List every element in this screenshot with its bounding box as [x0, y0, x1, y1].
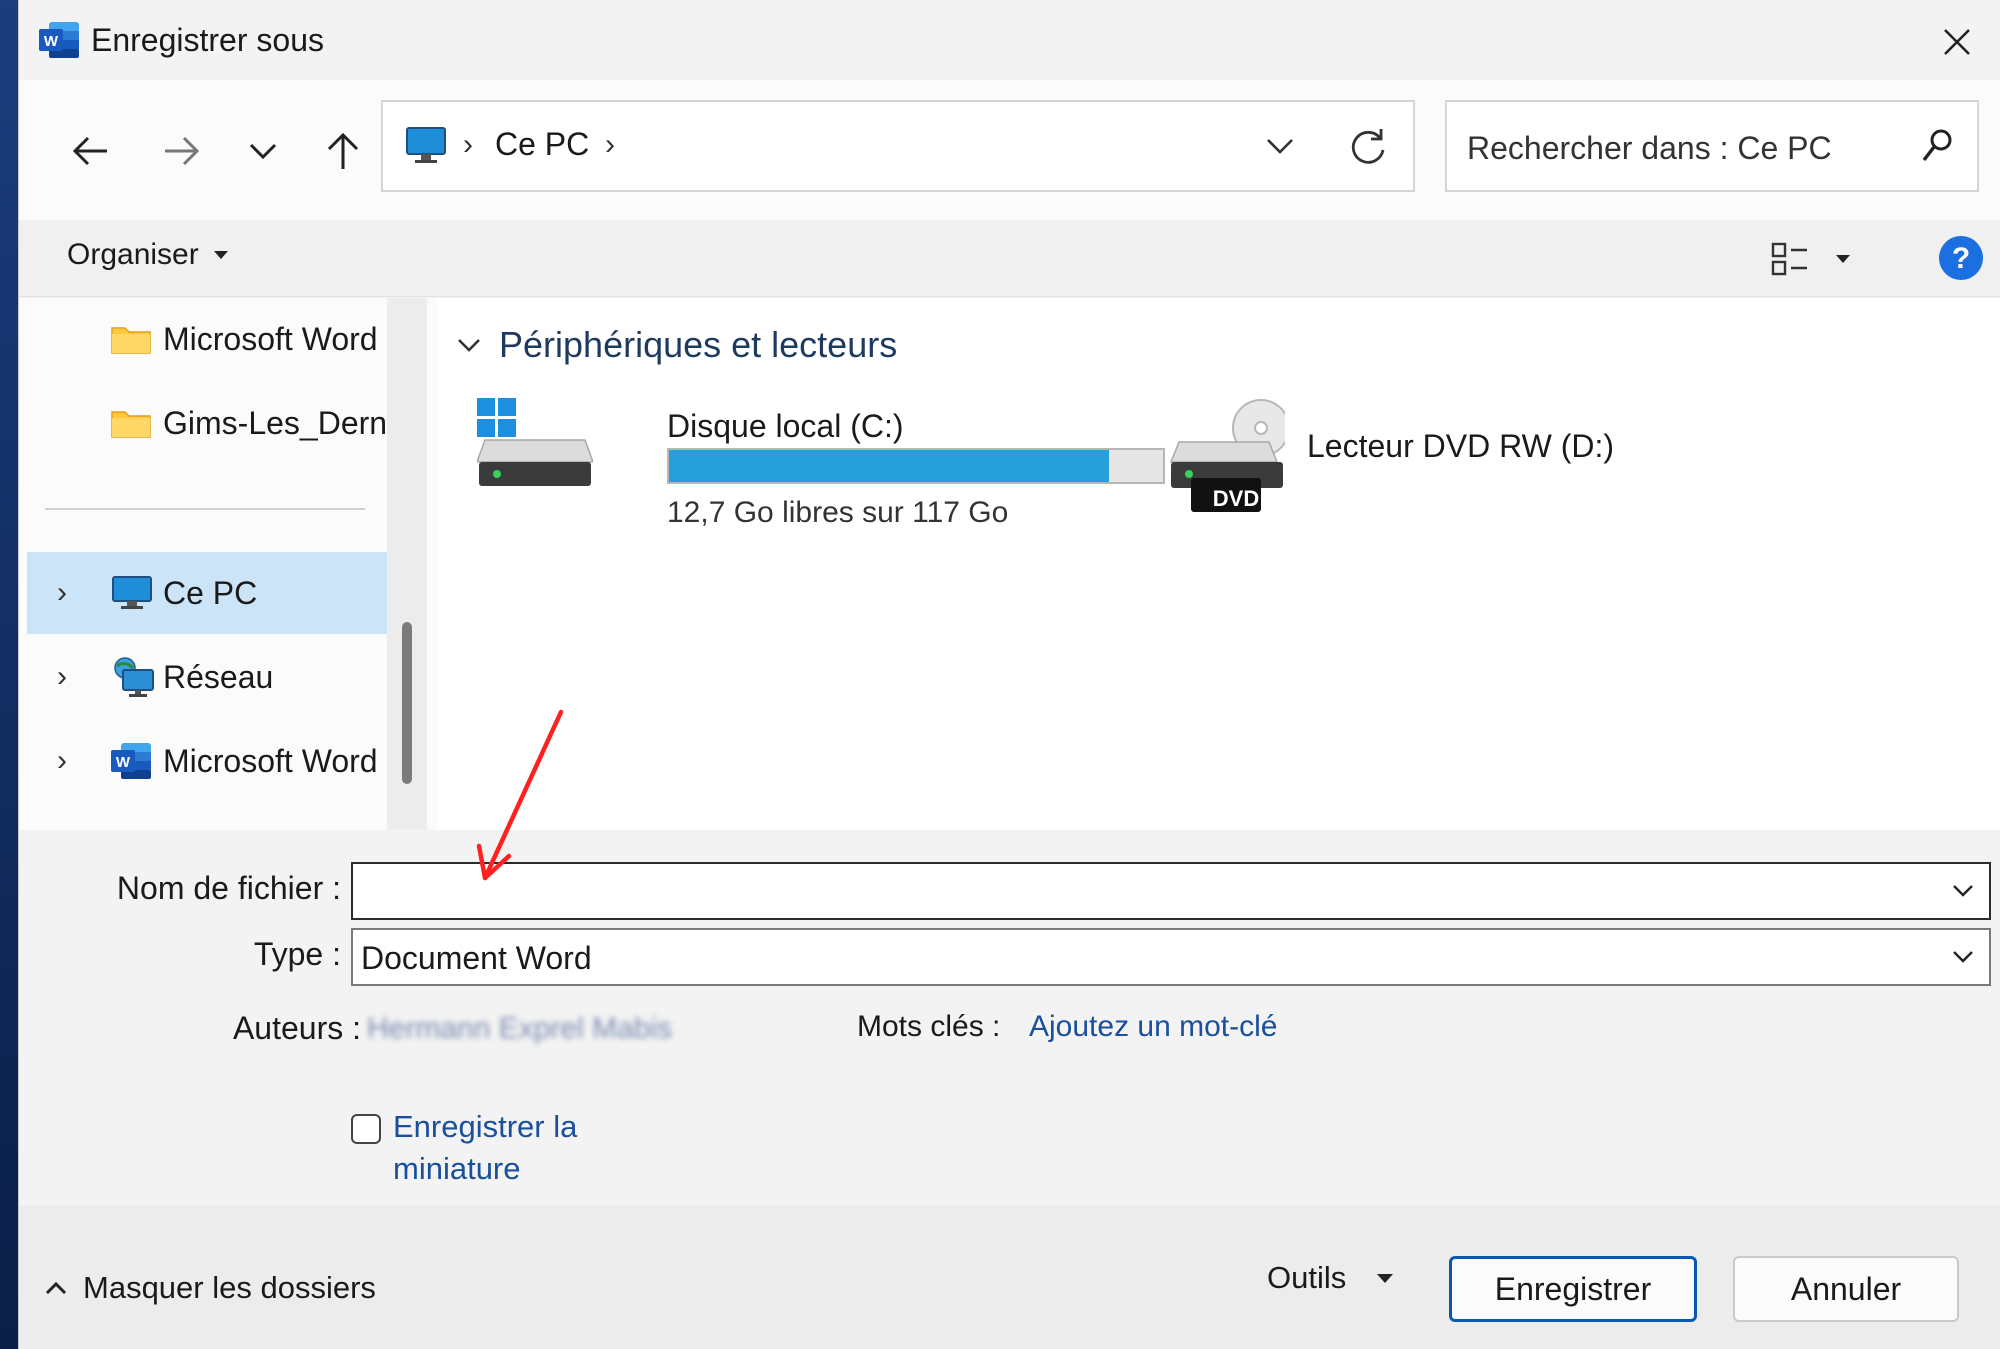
sidebar-divider [45, 508, 365, 510]
drive-d[interactable]: DVD Lecteur DVD RW (D:) [1169, 398, 1629, 528]
sidebar-item-gims-folder[interactable]: Gims-Les_Derniers [19, 382, 399, 464]
refresh-icon [1351, 129, 1385, 164]
search-input[interactable] [1465, 120, 1899, 176]
authors-label: Auteurs : [232, 1010, 361, 1046]
close-icon [1944, 29, 1970, 55]
group-label: Périphériques et lecteurs [499, 324, 898, 365]
word-icon: W [39, 22, 79, 58]
dialog-footer: Masquer les dossiers Outils Enregistrer … [19, 1206, 2000, 1349]
devices-group-header[interactable]: Périphériques et lecteurs [457, 324, 897, 366]
save-thumbnail-label[interactable]: Enregistrer la miniature [393, 1106, 593, 1190]
drive-usage-bar [667, 448, 1165, 484]
sidebar-item-label: Microsoft Word [163, 742, 378, 779]
command-toolbar: Organiser ? [19, 220, 2000, 297]
breadcrumb-item-ce-pc[interactable]: Ce PC [495, 126, 589, 163]
dialog-title: Enregistrer sous [91, 22, 324, 58]
annotation-arrow-icon [476, 709, 564, 881]
folder-icon [111, 411, 151, 438]
expand-chevron-icon[interactable]: › [57, 576, 67, 610]
drive-c[interactable]: Disque local (C:) 12,7 Go libres sur 117… [477, 398, 1177, 529]
sidebar-scrollbar-thumb[interactable] [402, 622, 412, 784]
search-icon[interactable] [1919, 126, 1955, 166]
title-bar: W Enregistrer sous [19, 0, 2000, 80]
chevron-down-icon [1953, 885, 1973, 897]
chevron-down-icon [249, 143, 277, 160]
desktop-background-left [0, 0, 18, 1349]
keywords-input[interactable]: Ajoutez un mot-clé [1029, 1010, 1277, 1044]
network-icon [114, 657, 154, 697]
arrow-left-icon [72, 136, 107, 166]
address-bar[interactable]: › Ce PC › [381, 100, 1415, 192]
sidebar-item-label: Ce PC [163, 574, 258, 611]
organize-label: Organiser [67, 238, 199, 271]
expand-chevron-icon[interactable]: › [57, 744, 67, 778]
dvd-badge: DVD [1212, 486, 1260, 511]
arrow-up-icon [327, 132, 359, 169]
close-button[interactable] [1927, 14, 1987, 70]
type-value: Document Word [361, 940, 592, 976]
address-history-dropdown[interactable] [1245, 116, 1315, 176]
filename-dropdown-button[interactable] [1941, 868, 1985, 914]
keywords-label: Mots clés : [857, 1010, 1001, 1043]
windows-drive-icon [477, 398, 593, 486]
authors-value[interactable]: Hermann Exprel Mabis [367, 1012, 672, 1046]
breadcrumb-chevron-icon[interactable]: › [605, 128, 615, 162]
save-as-dialog: W Enregistrer sous › Ce PC › Rechercher … [18, 0, 2000, 1349]
save-button[interactable]: Enregistrer [1449, 1256, 1697, 1322]
save-options-panel: Nom de fichier : Type : Document Word Au… [19, 830, 2000, 1206]
arrow-right-icon [165, 136, 200, 166]
drive-free-space: 12,7 Go libres sur 117 Go [667, 496, 1009, 529]
folder-icon [111, 327, 151, 354]
type-combobox[interactable]: Document Word [351, 928, 1991, 986]
chevron-down-icon [458, 339, 480, 352]
back-button[interactable] [61, 118, 121, 184]
svg-text:W: W [116, 754, 131, 771]
filename-combobox[interactable] [351, 862, 1991, 920]
sidebar-item-microsoft-word-folder[interactable]: Microsoft Word [19, 298, 387, 380]
type-dropdown-button[interactable] [1941, 934, 1985, 980]
sidebar-item-label: Microsoft Word [163, 320, 378, 357]
refresh-button[interactable] [1333, 114, 1403, 178]
save-thumbnail-checkbox[interactable] [351, 1114, 381, 1144]
computer-icon [406, 127, 446, 163]
drive-usage-fill [669, 450, 1110, 482]
up-button[interactable] [313, 118, 373, 184]
type-label: Type : [253, 936, 341, 972]
search-box[interactable] [1445, 100, 1979, 192]
computer-icon [112, 576, 152, 609]
view-details-icon [1771, 242, 1807, 276]
recent-locations-button[interactable] [233, 118, 293, 184]
filename-label: Nom de fichier : [116, 870, 341, 906]
svg-text:W: W [44, 33, 59, 50]
caret-down-icon [1377, 1273, 1394, 1283]
navigation-pane: Microsoft Word Gims-Les_Derniers › Ce PC… [19, 298, 437, 830]
drive-name: Lecteur DVD RW (D:) [1307, 428, 1615, 464]
hide-folders-label: Masquer les dossiers [83, 1270, 376, 1305]
expand-chevron-icon[interactable]: › [57, 660, 67, 694]
chevron-down-icon [1953, 951, 1973, 963]
word-icon: W [111, 743, 151, 779]
sidebar-item-microsoft-word[interactable]: › W Microsoft Word [19, 720, 387, 802]
breadcrumb-chevron-icon: › [463, 128, 473, 161]
cancel-button[interactable]: Annuler [1733, 1256, 1959, 1322]
chevron-down-icon [1267, 139, 1293, 154]
filename-input[interactable] [359, 870, 1923, 914]
tools-button[interactable]: Outils [1267, 1260, 1394, 1296]
caret-down-icon [213, 251, 228, 259]
sidebar-item-label: Réseau [163, 658, 274, 695]
chevron-up-icon [45, 1281, 67, 1295]
caret-down-icon [1836, 255, 1850, 263]
drive-name: Disque local (C:) [667, 408, 904, 444]
svg-text:?: ? [1952, 242, 1970, 275]
file-list-pane: Périphériques et lecteurs Disque local (… [437, 298, 2000, 830]
hide-folders-button[interactable]: Masquer les dossiers [45, 1270, 376, 1306]
tools-label: Outils [1267, 1260, 1347, 1295]
sidebar-item-ce-pc[interactable]: › Ce PC [27, 552, 387, 634]
help-icon[interactable]: ? [1937, 234, 1985, 282]
change-view-button[interactable] [1771, 234, 1871, 284]
forward-button[interactable] [151, 118, 211, 184]
organize-button[interactable]: Organiser [67, 238, 229, 272]
sidebar-item-reseau[interactable]: › Réseau [19, 636, 387, 718]
sidebar-item-label: Gims-Les_Derniers [163, 404, 399, 441]
